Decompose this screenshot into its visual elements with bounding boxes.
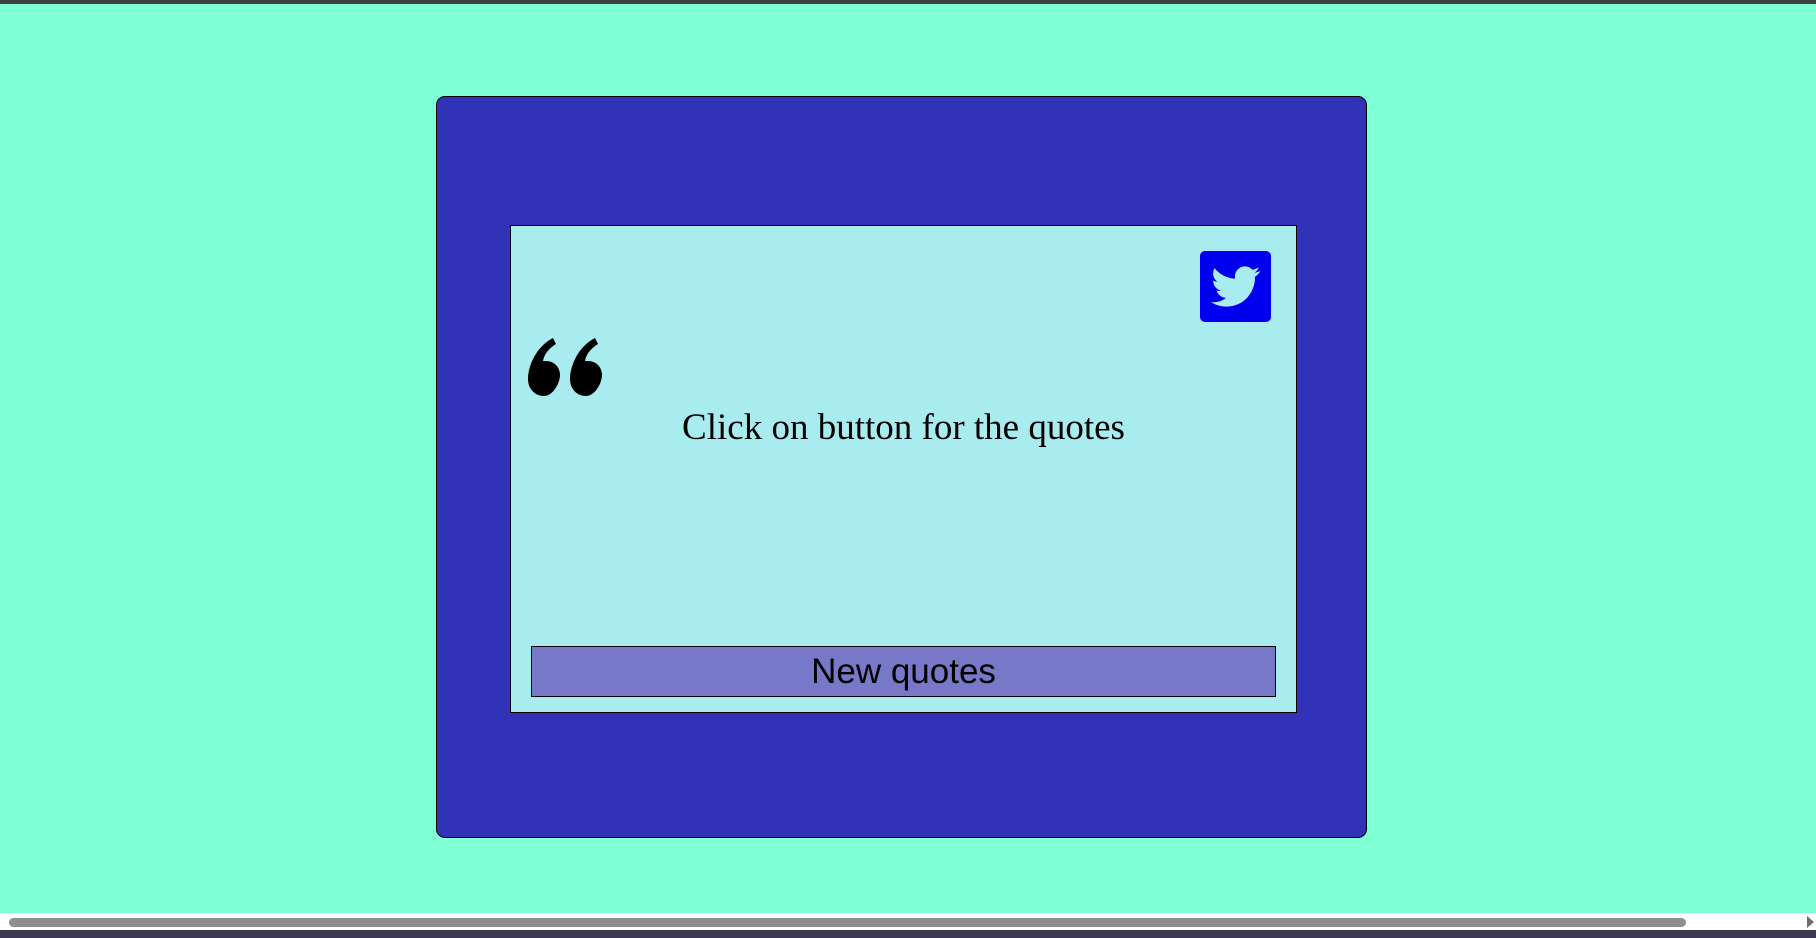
horizontal-scrollbar[interactable] [0, 913, 1816, 930]
twitter-icon [1210, 265, 1260, 307]
scrollbar-thumb[interactable] [9, 918, 1686, 927]
tweet-button[interactable] [1200, 251, 1271, 322]
quote-card: Click on button for the quotes New quote… [510, 225, 1297, 713]
quote-text: Click on button for the quotes [682, 407, 1125, 448]
quote-left-icon [528, 338, 602, 396]
window-bottom-border [0, 930, 1816, 938]
outer-panel: Click on button for the quotes New quote… [436, 96, 1367, 838]
new-quotes-button[interactable]: New quotes [531, 646, 1276, 697]
window-top-border [0, 0, 1816, 4]
scroll-right-arrow-icon[interactable] [1807, 916, 1814, 928]
